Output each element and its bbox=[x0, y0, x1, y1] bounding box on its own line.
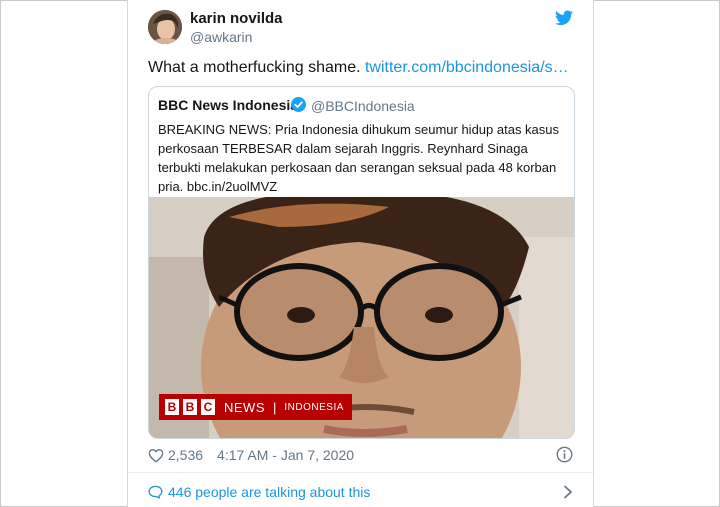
quoted-tweet[interactable]: BBC News Indonesia @BBCIndonesia BREAKIN… bbox=[148, 86, 575, 439]
tweet-link[interactable]: twitter.com/bbcindonesia/s… bbox=[365, 59, 569, 76]
quoted-text: BREAKING NEWS: Pria Indonesia dihukum se… bbox=[158, 122, 560, 194]
tweet-card: karin novilda @awkarin What a motherfuck… bbox=[127, 0, 594, 507]
avatar[interactable] bbox=[148, 10, 182, 44]
bbc-logo-letter: B bbox=[183, 399, 197, 415]
speech-bubble-icon bbox=[148, 485, 163, 499]
heart-icon[interactable] bbox=[148, 448, 164, 463]
author-handle[interactable]: @awkarin bbox=[190, 29, 252, 45]
news-photo[interactable]: B B C NEWS | INDONESIA bbox=[149, 197, 574, 438]
bbc-separator: | bbox=[273, 399, 277, 415]
divider bbox=[128, 472, 593, 473]
timestamp[interactable]: 4:17 AM - Jan 7, 2020 bbox=[217, 447, 354, 463]
twitter-bird-icon[interactable] bbox=[555, 10, 573, 26]
quoted-author-handle[interactable]: @BBCIndonesia bbox=[311, 98, 415, 114]
author-name[interactable]: karin novilda bbox=[190, 10, 283, 27]
tweet-body: What a motherfucking shame. bbox=[148, 59, 365, 76]
conversation-link[interactable]: 446 people are talking about this bbox=[148, 484, 370, 500]
info-icon[interactable] bbox=[556, 446, 573, 463]
bbc-news-banner: B B C NEWS | INDONESIA bbox=[159, 394, 352, 420]
chevron-right-icon[interactable] bbox=[563, 485, 573, 499]
bbc-logo-letter: C bbox=[201, 399, 215, 415]
like-count[interactable]: 2,536 bbox=[168, 447, 203, 463]
quoted-author-name[interactable]: BBC News Indonesia bbox=[158, 97, 298, 113]
tweet-text: What a motherfucking shame. twitter.com/… bbox=[148, 59, 569, 77]
bbc-news-label: NEWS bbox=[224, 399, 265, 415]
verified-icon bbox=[291, 97, 306, 112]
bbc-logo-letter: B bbox=[165, 399, 179, 415]
bbc-region-label: INDONESIA bbox=[284, 401, 344, 413]
tweet-meta: 2,536 4:17 AM - Jan 7, 2020 bbox=[148, 446, 354, 464]
conversation-count[interactable]: 446 people are talking about this bbox=[168, 484, 370, 500]
